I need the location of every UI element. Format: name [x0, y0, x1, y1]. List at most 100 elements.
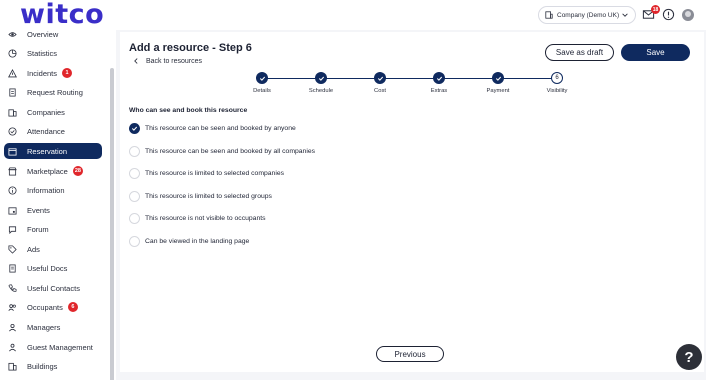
step-extras-check[interactable]: [433, 72, 445, 84]
option-all-companies[interactable]: This resource can be seen and booked by …: [129, 145, 315, 157]
visibility-section-title: Who can see and book this resource: [129, 107, 248, 114]
sidebar-item-request-routing[interactable]: Request Routing: [4, 84, 102, 100]
company-select[interactable]: Company (Demo UK): [538, 6, 636, 24]
step-cost-check[interactable]: [374, 72, 386, 84]
main-card: Add a resource - Step 6 Back to resource…: [120, 32, 704, 372]
sidebar-item-label: Companies: [27, 107, 65, 117]
calendar-event-icon: [8, 206, 17, 215]
buildings-icon: [8, 362, 17, 371]
option-landing-page[interactable]: Can be viewed in the landing page: [129, 235, 249, 247]
check-circle-icon: [8, 126, 17, 136]
sidebar-item-label: Buildings: [27, 361, 58, 371]
step-label-cost: Cost: [374, 88, 386, 94]
sidebar-item-label: Events: [27, 205, 50, 215]
sidebar-item-label: Request Routing: [27, 87, 83, 97]
option-label: This resource is limited to selected gro…: [145, 192, 272, 200]
sidebar-item-label: Forum: [27, 224, 49, 234]
sidebar-item-managers[interactable]: Managers: [4, 319, 102, 335]
sidebar-item-useful-docs[interactable]: Useful Docs: [4, 260, 102, 276]
step-label-details: Details: [253, 88, 271, 94]
stepper-line: [262, 78, 557, 79]
step-payment-check[interactable]: [492, 72, 504, 84]
option-label: This resource can be seen and booked by …: [145, 147, 316, 155]
sidebar-item-label: Information: [27, 185, 65, 195]
users-icon: [8, 303, 16, 311]
sidebar-item-events[interactable]: Events: [4, 202, 102, 218]
sidebar-item-label: Statistics: [27, 48, 58, 58]
previous-button[interactable]: Previous: [376, 346, 444, 362]
mail-badge: 18: [651, 5, 660, 14]
help-button[interactable]: ?: [676, 344, 702, 370]
sidebar-item-label: Useful Docs: [27, 263, 68, 273]
save-button[interactable]: Save: [621, 44, 690, 61]
check-icon: [131, 126, 138, 131]
sidebar-item-label: Marketplace: [27, 166, 68, 176]
sidebar-item-guest-management[interactable]: Guest Management: [4, 339, 102, 355]
step-label-visibility: Visibility: [546, 88, 568, 94]
option-anyone[interactable]: This resource can be seen and booked by …: [129, 122, 296, 134]
sidebar-item-label: Reservation: [27, 146, 68, 156]
radio-unchecked[interactable]: [129, 212, 140, 224]
sidebar-scrollbar[interactable]: [110, 68, 114, 380]
sidebar-item-information[interactable]: Information: [4, 182, 102, 198]
option-label: This resource is limited to selected com…: [145, 169, 285, 177]
occupants-badge: 6: [67, 302, 78, 312]
sidebar-item-companies[interactable]: Companies: [4, 104, 102, 120]
sidebar-item-reservation[interactable]: Reservation: [4, 143, 102, 159]
user-icon: [9, 323, 16, 331]
doc-icon: [9, 263, 16, 273]
sidebar-item-label: Useful Contacts: [27, 283, 80, 293]
sidebar-item-attendance[interactable]: Attendance: [4, 123, 102, 139]
step-label-extras: Extras: [430, 88, 448, 94]
shop-icon: [8, 166, 17, 176]
sidebar-item-label: Occupants: [27, 302, 63, 312]
sidebar-item-overview[interactable]: Overview: [4, 26, 102, 42]
option-selected-groups[interactable]: This resource is limited to selected gro…: [129, 190, 272, 202]
sidebar-item-label: Guest Management: [27, 342, 93, 352]
avatar[interactable]: [682, 9, 694, 21]
option-label: This resource is not visible to occupant…: [145, 214, 266, 222]
document-icon: [9, 87, 16, 97]
option-not-visible[interactable]: This resource is not visible to occupant…: [129, 212, 266, 224]
check-icon: [259, 76, 265, 81]
sidebar-item-marketplace[interactable]: Marketplace 28: [4, 163, 102, 179]
option-selected-companies[interactable]: This resource is limited to selected com…: [129, 167, 284, 179]
calendar-icon: [8, 147, 17, 156]
radio-unchecked[interactable]: [129, 167, 140, 179]
sidebar-item-ads[interactable]: Ads: [4, 241, 102, 257]
warning-icon: [8, 68, 17, 77]
sidebar-item-useful-contacts[interactable]: Useful Contacts: [4, 280, 102, 296]
info-icon: [8, 185, 17, 195]
chat-icon: [8, 225, 17, 234]
option-label: Can be viewed in the landing page: [145, 237, 250, 245]
chevron-down-icon: [622, 13, 628, 17]
save-as-draft-button[interactable]: Save as draft: [545, 44, 614, 61]
sidebar-item-occupants[interactable]: Occupants 6: [4, 299, 102, 315]
back-link-label: Back to resources: [146, 57, 203, 65]
radio-unchecked[interactable]: [129, 145, 140, 157]
guest-icon: [9, 343, 16, 351]
back-to-resources-link[interactable]: Back to resources: [132, 57, 202, 65]
radio-unchecked[interactable]: [129, 235, 140, 247]
step-details-check[interactable]: [256, 72, 268, 84]
alert-circle-icon[interactable]: [662, 8, 675, 21]
sidebar-item-statistics[interactable]: Statistics: [4, 45, 102, 61]
company-select-value: Company (Demo UK): [557, 11, 620, 19]
sidebar-item-forum[interactable]: Forum: [4, 221, 102, 237]
check-icon: [377, 76, 383, 81]
radio-checked[interactable]: [129, 122, 140, 134]
sidebar-item-label: Overview: [27, 29, 59, 39]
marketplace-badge: 28: [72, 166, 83, 176]
chevron-left-icon: [134, 58, 138, 64]
sidebar-item-label: Managers: [27, 322, 61, 332]
sidebar-item-incidents[interactable]: Incidents 1: [4, 65, 102, 81]
sidebar-item-buildings[interactable]: Buildings: [4, 358, 102, 374]
step-schedule-check[interactable]: [315, 72, 327, 84]
check-icon: [436, 76, 442, 81]
phone-icon: [8, 284, 17, 292]
check-icon: [318, 76, 324, 81]
step-visibility-current[interactable]: 6: [551, 72, 563, 84]
sidebar-item-label: Attendance: [27, 126, 65, 136]
option-label: This resource can be seen and booked by …: [145, 124, 296, 132]
radio-unchecked[interactable]: [129, 190, 140, 202]
